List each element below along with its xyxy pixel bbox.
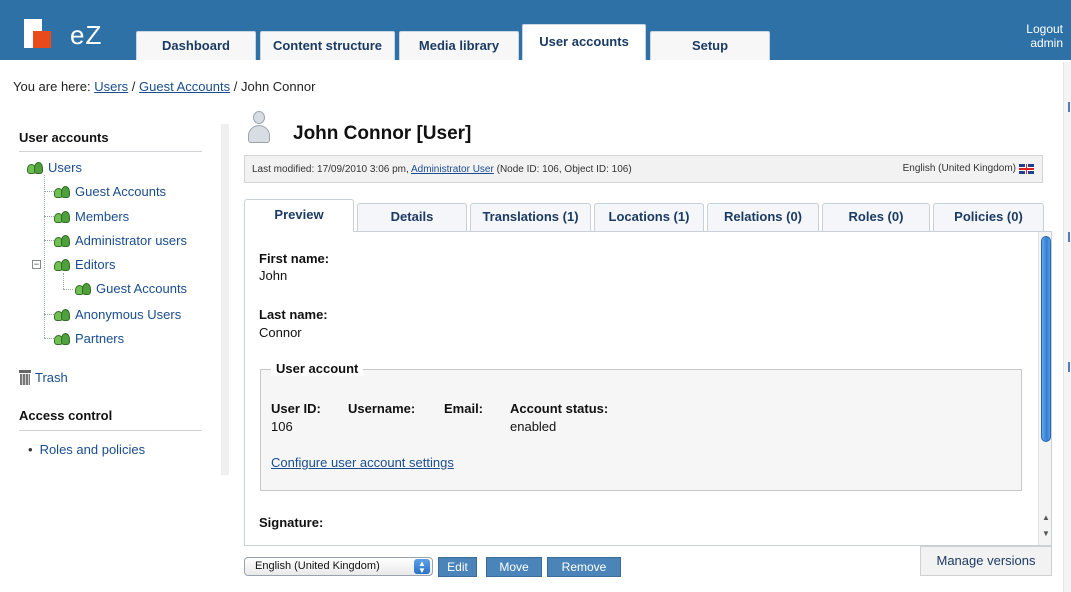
current-username: admin [1030, 36, 1063, 50]
user-group-icon [27, 161, 44, 175]
tab-dashboard[interactable]: Dashboard [136, 31, 256, 60]
tree-item-label: Guest Accounts [75, 184, 167, 199]
last-modified-info: Last modified: 17/09/2010 3:06 pm, Admin… [252, 164, 632, 175]
tree-item-label: Editors [75, 257, 116, 272]
logout-area: Logout admin [1026, 22, 1063, 50]
last-name-label: Last name: [259, 307, 328, 322]
email-label: Email: [444, 401, 484, 416]
tree-item-label: Anonymous Users [75, 307, 182, 322]
user-group-icon [54, 210, 71, 224]
tab-details[interactable]: Details [357, 203, 467, 231]
collapse-toggle-icon[interactable]: − [32, 260, 41, 269]
tab-translations[interactable]: Translations (1) [470, 203, 591, 231]
tree-item-partners[interactable]: Partners [54, 331, 124, 346]
tab-roles[interactable]: Roles (0) [822, 203, 930, 231]
breadcrumb: You are here: Users / Guest Accounts / J… [13, 79, 315, 94]
uk-flag-icon [1019, 163, 1034, 174]
sidebar-resize-handle[interactable] [221, 124, 229, 475]
current-language: English (United Kingdom) [902, 163, 1016, 174]
user-account-legend: User account [271, 361, 364, 376]
tree-item-label: Members [75, 209, 130, 224]
manage-versions-button[interactable]: Manage versions [920, 546, 1052, 576]
user-group-icon [54, 308, 71, 322]
sidebar-divider [19, 151, 202, 152]
trash-label: Trash [35, 370, 68, 385]
breadcrumb-separator: / [233, 79, 238, 94]
tab-setup[interactable]: Setup [650, 31, 770, 60]
logo-text: eZ [70, 20, 103, 50]
sidebar-heading-user-accounts: User accounts [19, 130, 109, 145]
user-group-icon [54, 258, 71, 272]
user-group-icon [54, 332, 71, 346]
last-modified-text: Last modified: 17/09/2010 3:06 pm, [252, 164, 409, 175]
sidebar-divider [19, 430, 202, 431]
first-name-label: First name: [259, 251, 330, 266]
scroll-down-arrow-icon[interactable]: ▼ [1042, 530, 1050, 538]
tree-item-anonymous-users[interactable]: Anonymous Users [54, 307, 181, 322]
tab-media-library[interactable]: Media library [399, 31, 519, 60]
remove-button[interactable]: Remove [547, 557, 621, 577]
breadcrumb-prefix: You are here: [13, 79, 91, 94]
tree-item-label: Users [48, 160, 82, 175]
roles-and-policies-link[interactable]: Roles and policies [28, 442, 146, 457]
trash-icon [19, 370, 31, 385]
vertical-scrollbar[interactable]: ▲ ▼ [1038, 232, 1051, 545]
user-id-value: 106 [271, 419, 293, 434]
tab-policies[interactable]: Policies (0) [933, 203, 1044, 231]
top-bar: eZ Dashboard Content structure Media lib… [0, 0, 1071, 60]
tree-connector [63, 289, 73, 290]
tree-item-members[interactable]: Members [54, 209, 129, 224]
language-select-value: English (United Kingdom) [255, 560, 380, 572]
breadcrumb-current: John Connor [240, 79, 316, 94]
tab-user-accounts[interactable]: User accounts [522, 24, 646, 60]
user-group-icon [54, 185, 71, 199]
window-edge [1063, 62, 1071, 592]
edit-button[interactable]: Edit [438, 557, 477, 577]
node-object-ids: (Node ID: 106, Object ID: 106) [496, 164, 632, 175]
user-icon [247, 111, 271, 144]
username-label: Username: [348, 401, 416, 416]
tree-item-label: Partners [75, 331, 125, 346]
logout-link[interactable]: Logout [1026, 22, 1063, 36]
account-status-label: Account status: [510, 401, 609, 416]
breadcrumb-link-guest-accounts[interactable]: Guest Accounts [139, 79, 230, 94]
tab-preview[interactable]: Preview [244, 199, 354, 232]
last-name-value: Connor [259, 325, 302, 340]
first-name-value: John [259, 268, 288, 283]
tab-locations[interactable]: Locations (1) [594, 203, 704, 231]
move-button[interactable]: Move [486, 557, 542, 577]
user-group-icon [54, 234, 71, 248]
language-select[interactable]: English (United Kingdom) ▲ ▼ [244, 557, 433, 576]
configure-user-account-link[interactable]: Configure user account settings [271, 455, 454, 470]
tab-content-structure[interactable]: Content structure [260, 31, 395, 60]
modifier-link[interactable]: Administrator User [411, 164, 494, 175]
tree-item-guest-accounts[interactable]: Guest Accounts [54, 184, 166, 199]
select-stepper-icon: ▲ ▼ [414, 559, 430, 575]
breadcrumb-link-users[interactable]: Users [94, 79, 128, 94]
account-status-value: enabled [510, 419, 557, 434]
tree-item-administrator-users[interactable]: Administrator users [54, 233, 187, 248]
tab-relations[interactable]: Relations (0) [707, 203, 819, 231]
meta-bar: Last modified: 17/09/2010 3:06 pm, Admin… [244, 155, 1043, 183]
sidebar-heading-access-control: Access control [19, 408, 113, 423]
page-title: John Connor [User] [293, 123, 472, 144]
breadcrumb-separator: / [131, 79, 136, 94]
tree-connector [63, 273, 64, 289]
tree-item-editors-guest-accounts[interactable]: Guest Accounts [75, 281, 187, 296]
tree-item-label: Administrator users [75, 233, 187, 248]
scrollbar-thumb[interactable] [1041, 236, 1051, 442]
language-info: English (United Kingdom) [903, 163, 1034, 174]
user-id-label: User ID: [271, 401, 321, 416]
tree-item-editors[interactable]: Editors [54, 257, 115, 272]
scroll-up-arrow-icon[interactable]: ▲ [1042, 514, 1050, 522]
preview-panel: First name: John Last name: Connor User … [244, 231, 1052, 546]
trash-link[interactable]: Trash [19, 370, 68, 385]
user-group-icon [75, 282, 92, 296]
user-account-fieldset: User account User ID: 106 Username: Emai… [260, 361, 1022, 491]
tree-item-users[interactable]: Users [27, 160, 82, 175]
tree-item-label: Guest Accounts [96, 281, 188, 296]
signature-label: Signature: [259, 515, 324, 530]
ez-logo-icon[interactable] [24, 19, 64, 49]
